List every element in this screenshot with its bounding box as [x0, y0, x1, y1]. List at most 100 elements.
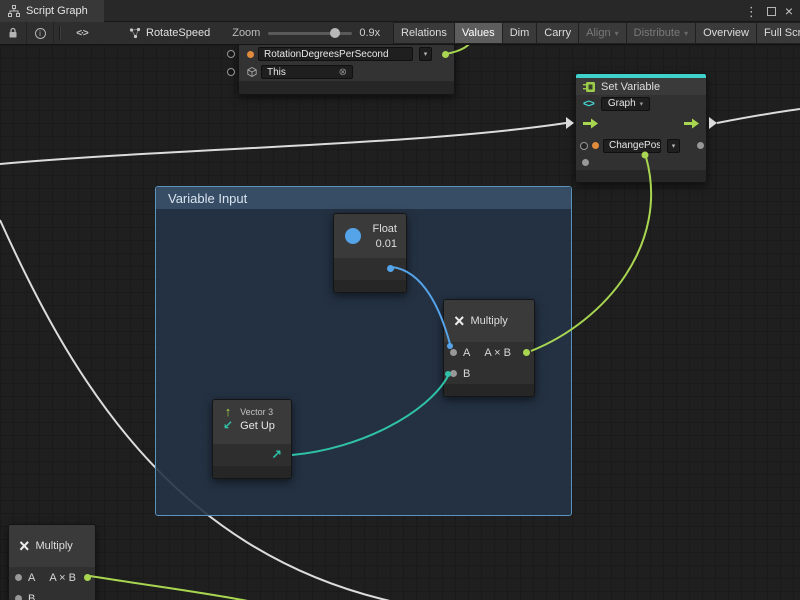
vector-output-port-icon[interactable]: ↗ — [271, 447, 282, 463]
window-titlebar: Script Graph ⋮ × — [0, 0, 800, 22]
gameobject-cube-icon — [247, 67, 257, 77]
variable-chip-icon — [583, 81, 596, 93]
port-label-b: B — [463, 368, 470, 380]
variable-row: ChangePos ▾ — [576, 136, 706, 155]
scope-value: Graph — [608, 98, 636, 109]
variable-name-field[interactable]: RotationDegreesPerSecond — [258, 47, 413, 61]
input-port-a[interactable] — [15, 574, 22, 581]
variable-name-value: RotationDegreesPerSecond — [264, 49, 389, 60]
value-wire-green[interactable] — [90, 576, 258, 600]
zoom-slider[interactable] — [268, 22, 352, 44]
zoom-label: Zoom — [232, 27, 260, 39]
info-icon: i — [35, 28, 46, 39]
fullscreen-button[interactable]: Full Screen — [757, 22, 800, 44]
control-out-connector[interactable] — [709, 117, 717, 129]
graph-network-icon — [129, 27, 141, 39]
input-port[interactable] — [227, 68, 235, 76]
variable-dropdown[interactable]: ▾ — [667, 139, 680, 153]
null-target-icon: ⊗ — [339, 67, 347, 78]
variable-name-dropdown[interactable]: ▾ — [419, 47, 432, 61]
input-port[interactable] — [580, 142, 588, 150]
float-type-icon — [345, 228, 361, 244]
script-graph-tab[interactable]: Script Graph — [0, 0, 104, 22]
graph-toolbar: i <∙> RotateSpeed Zoom 0.9x Relations Va… — [0, 22, 800, 45]
node-title: Multiply — [36, 540, 73, 552]
graph-name: RotateSpeed — [129, 27, 210, 39]
node-title: Multiply — [471, 315, 508, 327]
target-field[interactable]: This ⊗ — [261, 65, 353, 79]
value-input-port[interactable] — [582, 159, 589, 166]
value-output-port[interactable] — [697, 142, 704, 149]
value-output-port[interactable] — [442, 51, 449, 58]
graph-canvas[interactable]: Variable Input RotationDegreesPerSecond … — [0, 45, 800, 600]
node-header: × Multiply — [9, 525, 95, 567]
float-node[interactable]: Float 0.01 — [333, 213, 407, 293]
port-row-b: B — [9, 588, 95, 600]
flow-row — [576, 112, 706, 136]
zoom-value: 0.9x — [359, 27, 380, 39]
graph-name-label: RotateSpeed — [146, 27, 210, 39]
port-row-b: B — [444, 363, 534, 384]
output-label: A × B — [49, 572, 76, 584]
input-port-b[interactable] — [450, 370, 457, 377]
flow-out-arrow-icon[interactable] — [684, 118, 699, 129]
group-title: Variable Input — [168, 191, 247, 206]
output-port[interactable] — [523, 349, 530, 356]
input-port-a[interactable] — [450, 349, 457, 356]
value-input-row — [576, 155, 706, 170]
vector3-get-up-node[interactable]: ↑ ↙ Vector 3 Get Up ↗ — [212, 399, 292, 479]
zoom-slider-knob[interactable] — [330, 28, 340, 38]
scope-dropdown[interactable]: Graph ▾ — [601, 97, 650, 111]
input-port-b[interactable] — [15, 595, 22, 600]
output-label: A × B — [484, 347, 511, 359]
relations-button[interactable]: Relations — [393, 22, 455, 44]
control-wire[interactable] — [0, 123, 566, 164]
multiply-icon: × — [19, 537, 30, 555]
node-title: Get Up — [240, 420, 275, 432]
port-row-a: A A × B — [9, 567, 95, 588]
node-type-label: Vector 3 — [240, 407, 275, 417]
variable-port-icon[interactable] — [247, 51, 254, 58]
graph-hierarchy-icon — [8, 5, 20, 17]
port-label-a: A — [463, 347, 470, 359]
info-button[interactable]: i — [27, 22, 54, 44]
group-header[interactable]: Variable Input — [156, 187, 571, 209]
set-variable-node[interactable]: Set Variable <> Graph ▾ ChangePos ▾ — [575, 73, 707, 183]
value-output-port[interactable] — [387, 265, 394, 272]
distribute-button: Distribute▾ — [627, 22, 696, 44]
dim-button[interactable]: Dim — [503, 22, 538, 44]
control-in-connector[interactable] — [566, 117, 574, 129]
lock-button[interactable] — [0, 22, 27, 44]
overview-button[interactable]: Overview — [696, 22, 757, 44]
scope-row: <> Graph ▾ — [576, 95, 706, 112]
variable-field[interactable]: ChangePos — [603, 139, 661, 153]
multiply-icon: × — [454, 312, 465, 330]
node-header[interactable]: Set Variable — [576, 78, 706, 95]
dropdown-arrow-icon: ▾ — [684, 29, 688, 38]
float-value[interactable]: 0.01 — [376, 238, 397, 250]
control-wire[interactable] — [717, 109, 800, 123]
script-graph-window: Script Graph ⋮ × i <∙> RotateSpeed Zoom … — [0, 0, 800, 600]
menu-icon[interactable]: ⋮ — [745, 5, 758, 18]
node-header: × Multiply — [444, 300, 534, 342]
variable-target-row: This ⊗ — [239, 63, 454, 81]
carry-button[interactable]: Carry — [537, 22, 579, 44]
variable-port-icon[interactable] — [592, 142, 599, 149]
node-footer — [213, 466, 291, 478]
output-port[interactable] — [84, 574, 91, 581]
multiply-node[interactable]: × Multiply A A × B B — [443, 299, 535, 397]
input-port[interactable] — [227, 50, 235, 58]
maximize-icon[interactable] — [767, 7, 776, 16]
code-view-button[interactable]: <∙> — [65, 22, 99, 44]
close-icon[interactable]: × — [785, 4, 793, 18]
node-title: Set Variable — [601, 81, 660, 93]
multiply-node-2[interactable]: × Multiply A A × B B — [8, 524, 96, 600]
flow-in-arrow-icon[interactable] — [583, 118, 598, 129]
port-row — [334, 258, 406, 280]
values-button[interactable]: Values — [455, 22, 503, 44]
node-header: ↑ ↙ Vector 3 Get Up — [213, 400, 291, 444]
lock-icon — [8, 27, 18, 39]
tab-label: Script Graph — [26, 5, 88, 17]
get-variable-node[interactable]: RotationDegreesPerSecond ▾ This ⊗ — [238, 45, 455, 95]
dropdown-arrow-icon: ▾ — [615, 29, 619, 38]
